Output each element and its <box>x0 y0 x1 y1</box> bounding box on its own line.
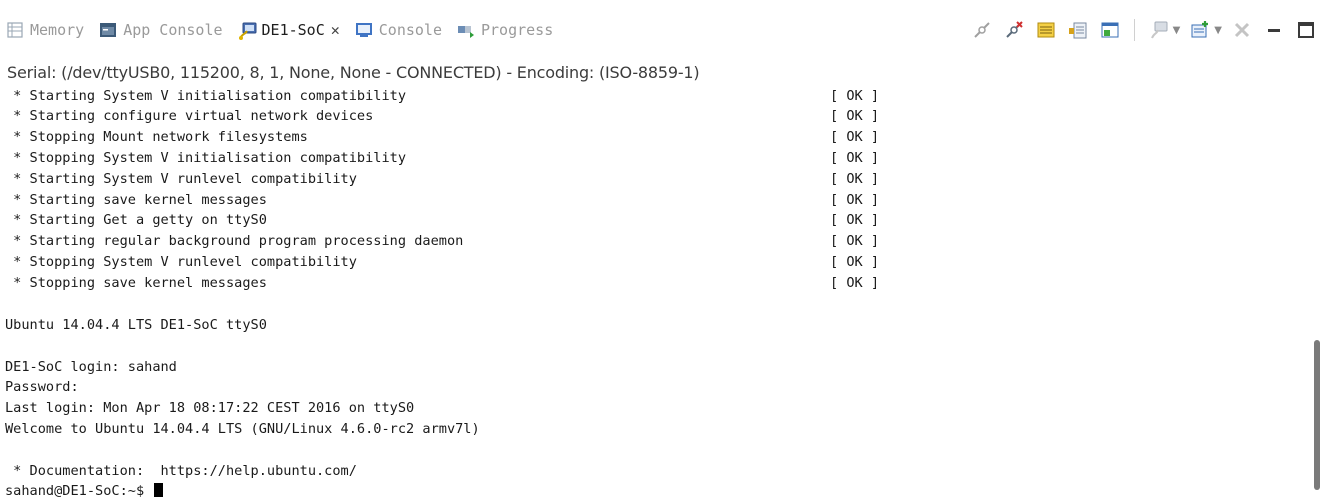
tab-memory[interactable]: Memory <box>0 0 93 60</box>
chevron-down-icon[interactable]: ▼ <box>1214 25 1222 36</box>
app-console-icon <box>99 21 117 39</box>
shell-prompt-line[interactable]: sahand@DE1-SoC:~$ <box>5 483 164 499</box>
ok-status: [ OK ] <box>830 254 880 270</box>
tab-label: Memory <box>30 21 85 39</box>
memory-icon <box>6 21 24 39</box>
close-tab-icon[interactable]: ✕ <box>331 21 340 39</box>
clear-console-icon[interactable] <box>1100 20 1120 40</box>
last-login-line: Last login: Mon Apr 18 08:17:22 CEST 201… <box>5 400 415 416</box>
ok-status: [ OK ] <box>830 108 880 124</box>
terminal-line: * Stopping System V runlevel compatibili… <box>5 254 357 270</box>
toolbar-separator <box>1133 19 1135 41</box>
text-cursor <box>154 483 164 497</box>
remove-icon[interactable] <box>1232 20 1252 40</box>
terminal-line: * Starting configure virtual network dev… <box>5 108 374 124</box>
shell-prompt: sahand@DE1-SoC:~$ <box>5 483 153 499</box>
terminal-output[interactable]: * Starting System V initialisation compa… <box>0 88 1312 503</box>
connection-status: Serial: (/dev/ttyUSB0, 115200, 8, 1, Non… <box>7 63 700 82</box>
minimize-icon[interactable] <box>1264 20 1284 40</box>
tab-de1-soc[interactable]: DE1-SoC ✕ <box>231 0 349 60</box>
ok-status: [ OK ] <box>830 192 880 208</box>
tab-label: Console <box>378 21 442 39</box>
scrollbar-thumb[interactable] <box>1314 340 1320 490</box>
tab-console[interactable]: Console <box>349 0 451 60</box>
tab-app-console[interactable]: App Console <box>93 0 231 60</box>
settings-icon[interactable] <box>1036 20 1056 40</box>
ok-status: [ OK ] <box>830 129 880 145</box>
terminal-line: * Starting Get a getty on ttyS0 <box>5 212 267 228</box>
welcome-line: Welcome to Ubuntu 14.04.4 LTS (GNU/Linux… <box>5 421 480 437</box>
console-icon <box>355 21 373 39</box>
terminal-line: * Starting System V runlevel compatibili… <box>5 171 357 187</box>
terminal-line: * Starting System V initialisation compa… <box>5 88 407 104</box>
ok-status: [ OK ] <box>830 150 880 166</box>
view-toolbar: ▼ ▼ <box>966 0 1322 60</box>
progress-icon <box>457 21 475 39</box>
terminal-line: * Starting save kernel messages <box>5 192 267 208</box>
terminal-line: * Stopping System V initialisation compa… <box>5 150 407 166</box>
view-tab-bar: Memory App Console DE1-SoC ✕ Console Pro… <box>0 0 1322 60</box>
ok-status: [ OK ] <box>830 212 880 228</box>
ubuntu-banner: Ubuntu 14.04.4 LTS DE1-SoC ttyS0 <box>5 317 267 333</box>
ok-status: [ OK ] <box>830 171 880 187</box>
documentation-line: * Documentation: https://help.ubuntu.com… <box>5 463 357 479</box>
tab-label: App Console <box>123 21 223 39</box>
ok-status: [ OK ] <box>830 233 880 249</box>
tab-label: DE1-SoC <box>261 21 325 39</box>
terminal-icon <box>238 21 257 40</box>
disconnect-icon[interactable] <box>1004 20 1024 40</box>
password-line: Password: <box>5 379 79 395</box>
scroll-lock-icon[interactable] <box>1068 20 1088 40</box>
ok-status: [ OK ] <box>830 275 880 291</box>
open-terminal-icon[interactable] <box>1149 20 1169 40</box>
tab-strip: Memory App Console DE1-SoC ✕ Console Pro… <box>0 0 562 60</box>
new-terminal-icon[interactable] <box>1190 20 1210 40</box>
terminal-line: * Starting regular background program pr… <box>5 233 464 249</box>
login-line: DE1-SoC login: sahand <box>5 359 177 375</box>
terminal-line: * Stopping save kernel messages <box>5 275 267 291</box>
maximize-icon[interactable] <box>1296 20 1316 40</box>
tab-progress[interactable]: Progress <box>451 0 562 60</box>
tab-label: Progress <box>481 21 554 39</box>
terminal-line: * Stopping Mount network filesystems <box>5 129 308 145</box>
chevron-down-icon[interactable]: ▼ <box>1173 25 1181 36</box>
connect-icon[interactable] <box>972 20 992 40</box>
ok-status: [ OK ] <box>830 88 880 104</box>
